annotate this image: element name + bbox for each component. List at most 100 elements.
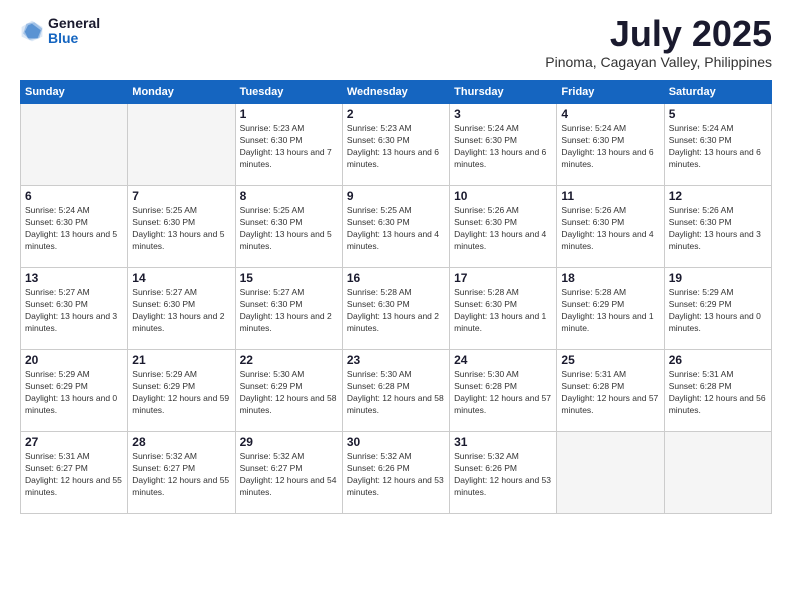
day-number: 30 xyxy=(347,435,445,449)
calendar-cell xyxy=(664,432,771,514)
day-info: Sunrise: 5:24 AM Sunset: 6:30 PM Dayligh… xyxy=(669,123,767,171)
calendar-cell: 9 Sunrise: 5:25 AM Sunset: 6:30 PM Daylig… xyxy=(342,186,449,268)
day-number: 22 xyxy=(240,353,338,367)
day-number: 27 xyxy=(25,435,123,449)
logo-blue: Blue xyxy=(48,31,100,46)
day-info: Sunrise: 5:28 AM Sunset: 6:30 PM Dayligh… xyxy=(454,287,552,335)
calendar-week-row: 27 Sunrise: 5:31 AM Sunset: 6:27 PM Dayli… xyxy=(21,432,772,514)
day-number: 6 xyxy=(25,189,123,203)
day-info: Sunrise: 5:26 AM Sunset: 6:30 PM Dayligh… xyxy=(561,205,659,253)
day-info: Sunrise: 5:28 AM Sunset: 6:29 PM Dayligh… xyxy=(561,287,659,335)
day-number: 10 xyxy=(454,189,552,203)
calendar-cell: 17 Sunrise: 5:28 AM Sunset: 6:30 PM Dayli… xyxy=(450,268,557,350)
calendar-cell: 24 Sunrise: 5:30 AM Sunset: 6:28 PM Dayli… xyxy=(450,350,557,432)
calendar-cell: 28 Sunrise: 5:32 AM Sunset: 6:27 PM Dayli… xyxy=(128,432,235,514)
day-number: 4 xyxy=(561,107,659,121)
day-info: Sunrise: 5:26 AM Sunset: 6:30 PM Dayligh… xyxy=(669,205,767,253)
day-number: 14 xyxy=(132,271,230,285)
day-number: 17 xyxy=(454,271,552,285)
day-info: Sunrise: 5:28 AM Sunset: 6:30 PM Dayligh… xyxy=(347,287,445,335)
calendar-cell: 12Sunrise: 5:26 AM Sunset: 6:30 PM Dayli… xyxy=(664,186,771,268)
day-info: Sunrise: 5:26 AM Sunset: 6:30 PM Dayligh… xyxy=(454,205,552,253)
header: General Blue July 2025 Pinoma, Cagayan V… xyxy=(20,16,772,70)
day-info: Sunrise: 5:31 AM Sunset: 6:27 PM Dayligh… xyxy=(25,451,123,499)
calendar-cell: 14Sunrise: 5:27 AM Sunset: 6:30 PM Dayli… xyxy=(128,268,235,350)
calendar-cell xyxy=(21,104,128,186)
day-info: Sunrise: 5:32 AM Sunset: 6:26 PM Dayligh… xyxy=(454,451,552,499)
day-info: Sunrise: 5:30 AM Sunset: 6:29 PM Dayligh… xyxy=(240,369,338,417)
calendar-cell: 7 Sunrise: 5:25 AM Sunset: 6:30 PM Daylig… xyxy=(128,186,235,268)
day-number: 18 xyxy=(561,271,659,285)
calendar-cell xyxy=(557,432,664,514)
month-title: July 2025 xyxy=(545,16,772,52)
calendar-cell: 26Sunrise: 5:31 AM Sunset: 6:28 PM Dayli… xyxy=(664,350,771,432)
day-info: Sunrise: 5:24 AM Sunset: 6:30 PM Dayligh… xyxy=(561,123,659,171)
page: General Blue July 2025 Pinoma, Cagayan V… xyxy=(0,0,792,612)
day-number: 26 xyxy=(669,353,767,367)
day-info: Sunrise: 5:31 AM Sunset: 6:28 PM Dayligh… xyxy=(561,369,659,417)
calendar-cell: 16Sunrise: 5:28 AM Sunset: 6:30 PM Dayli… xyxy=(342,268,449,350)
day-number: 25 xyxy=(561,353,659,367)
calendar-cell: 13Sunrise: 5:27 AM Sunset: 6:30 PM Dayli… xyxy=(21,268,128,350)
calendar-cell: 29 Sunrise: 5:32 AM Sunset: 6:27 PM Dayli… xyxy=(235,432,342,514)
calendar-cell: 1Sunrise: 5:23 AM Sunset: 6:30 PM Daylig… xyxy=(235,104,342,186)
day-number: 9 xyxy=(347,189,445,203)
day-number: 7 xyxy=(132,189,230,203)
location: Pinoma, Cagayan Valley, Philippines xyxy=(545,54,772,70)
day-info: Sunrise: 5:32 AM Sunset: 6:27 PM Dayligh… xyxy=(132,451,230,499)
weekday-header: Sunday xyxy=(21,81,128,104)
day-info: Sunrise: 5:30 AM Sunset: 6:28 PM Dayligh… xyxy=(347,369,445,417)
day-info: Sunrise: 5:30 AM Sunset: 6:28 PM Dayligh… xyxy=(454,369,552,417)
day-info: Sunrise: 5:25 AM Sunset: 6:30 PM Dayligh… xyxy=(132,205,230,253)
calendar-cell: 27 Sunrise: 5:31 AM Sunset: 6:27 PM Dayli… xyxy=(21,432,128,514)
day-info: Sunrise: 5:24 AM Sunset: 6:30 PM Dayligh… xyxy=(25,205,123,253)
calendar-week-row: 13Sunrise: 5:27 AM Sunset: 6:30 PM Dayli… xyxy=(21,268,772,350)
calendar-cell: 22 Sunrise: 5:30 AM Sunset: 6:29 PM Dayli… xyxy=(235,350,342,432)
day-info: Sunrise: 5:32 AM Sunset: 6:26 PM Dayligh… xyxy=(347,451,445,499)
logo: General Blue xyxy=(20,16,100,47)
logo-general: General xyxy=(48,16,100,31)
day-info: Sunrise: 5:25 AM Sunset: 6:30 PM Dayligh… xyxy=(347,205,445,253)
calendar-cell: 31 Sunrise: 5:32 AM Sunset: 6:26 PM Dayli… xyxy=(450,432,557,514)
weekday-header: Wednesday xyxy=(342,81,449,104)
day-info: Sunrise: 5:24 AM Sunset: 6:30 PM Dayligh… xyxy=(454,123,552,171)
day-info: Sunrise: 5:23 AM Sunset: 6:30 PM Dayligh… xyxy=(347,123,445,171)
day-number: 1 xyxy=(240,107,338,121)
day-number: 29 xyxy=(240,435,338,449)
day-number: 24 xyxy=(454,353,552,367)
day-info: Sunrise: 5:29 AM Sunset: 6:29 PM Dayligh… xyxy=(25,369,123,417)
day-number: 2 xyxy=(347,107,445,121)
day-number: 8 xyxy=(240,189,338,203)
day-number: 28 xyxy=(132,435,230,449)
day-number: 23 xyxy=(347,353,445,367)
calendar-cell: 20 Sunrise: 5:29 AM Sunset: 6:29 PM Dayli… xyxy=(21,350,128,432)
weekday-header: Tuesday xyxy=(235,81,342,104)
calendar-cell: 23 Sunrise: 5:30 AM Sunset: 6:28 PM Dayli… xyxy=(342,350,449,432)
day-number: 31 xyxy=(454,435,552,449)
weekday-header: Thursday xyxy=(450,81,557,104)
calendar-cell: 15Sunrise: 5:27 AM Sunset: 6:30 PM Dayli… xyxy=(235,268,342,350)
calendar-cell: 25 Sunrise: 5:31 AM Sunset: 6:28 PM Dayli… xyxy=(557,350,664,432)
day-number: 20 xyxy=(25,353,123,367)
logo-text: General Blue xyxy=(48,16,100,47)
calendar-cell: 30 Sunrise: 5:32 AM Sunset: 6:26 PM Dayli… xyxy=(342,432,449,514)
weekday-header: Saturday xyxy=(664,81,771,104)
day-number: 21 xyxy=(132,353,230,367)
calendar-cell: 5Sunrise: 5:24 AM Sunset: 6:30 PM Daylig… xyxy=(664,104,771,186)
day-info: Sunrise: 5:32 AM Sunset: 6:27 PM Dayligh… xyxy=(240,451,338,499)
weekday-header-row: SundayMondayTuesdayWednesdayThursdayFrid… xyxy=(21,81,772,104)
calendar-cell: 6 Sunrise: 5:24 AM Sunset: 6:30 PM Daylig… xyxy=(21,186,128,268)
calendar-cell: 3 Sunrise: 5:24 AM Sunset: 6:30 PM Daylig… xyxy=(450,104,557,186)
calendar-cell: 11 Sunrise: 5:26 AM Sunset: 6:30 PM Dayli… xyxy=(557,186,664,268)
day-number: 11 xyxy=(561,189,659,203)
calendar-cell: 8Sunrise: 5:25 AM Sunset: 6:30 PM Daylig… xyxy=(235,186,342,268)
calendar-week-row: 1 Sunrise: 5:23 AM Sunset: 6:30 PM Daylig… xyxy=(21,104,772,186)
day-number: 13 xyxy=(25,271,123,285)
calendar-cell: 21Sunrise: 5:29 AM Sunset: 6:29 PM Dayli… xyxy=(128,350,235,432)
logo-icon xyxy=(20,19,44,43)
day-number: 3 xyxy=(454,107,552,121)
title-section: July 2025 Pinoma, Cagayan Valley, Philip… xyxy=(545,16,772,70)
calendar-cell: 10 Sunrise: 5:26 AM Sunset: 6:30 PM Dayli… xyxy=(450,186,557,268)
calendar-cell: 18 Sunrise: 5:28 AM Sunset: 6:29 PM Dayli… xyxy=(557,268,664,350)
weekday-header: Friday xyxy=(557,81,664,104)
